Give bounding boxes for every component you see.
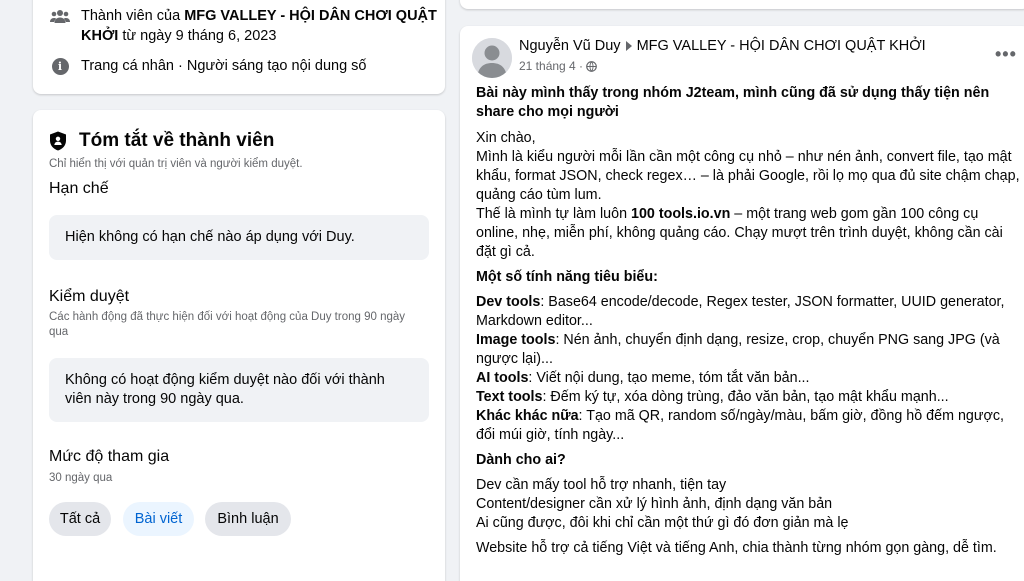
meta-separator: · bbox=[575, 59, 587, 73]
profile-text: Trang cá nhân · Người sáng tạo nội dung … bbox=[81, 56, 441, 76]
shield-icon bbox=[50, 131, 66, 151]
feature-item: Khác khác nữa: Tạo mã QR, random số/ngày… bbox=[476, 407, 1021, 445]
profile-link[interactable]: Trang cá nhân bbox=[81, 58, 174, 74]
author-avatar[interactable] bbox=[472, 38, 512, 78]
post-date[interactable]: 21 tháng 4 bbox=[519, 59, 576, 73]
post-card: Nguyễn Vũ Duy MFG VALLEY - HỘI DÂN CHƠI … bbox=[460, 26, 1024, 581]
profile-category: · Người sáng tạo nội dung số bbox=[173, 58, 367, 74]
tab-posts[interactable]: Bài viết bbox=[123, 502, 194, 536]
author-name[interactable]: Nguyễn Vũ Duy bbox=[519, 38, 621, 54]
more-options-icon[interactable]: ••• bbox=[995, 44, 1017, 65]
post-intro: Mình là kiểu người mỗi lần cần một công … bbox=[476, 149, 1020, 203]
default-avatar-icon bbox=[472, 38, 512, 78]
audience-item: Content/designer cần xử lý hình ảnh, địn… bbox=[476, 496, 833, 512]
previous-post-card bbox=[460, 0, 1024, 9]
feature-text: : Đếm ký tự, xóa dòng trùng, đảo văn bản… bbox=[542, 389, 949, 405]
post-body: Bài này mình thấy trong nhóm J2team, mìn… bbox=[476, 84, 1021, 558]
profile-row: i Trang cá nhân · Người sáng tạo nội dun… bbox=[49, 56, 441, 76]
feature-text: : Nén ảnh, chuyển định dạng, resize, cro… bbox=[476, 332, 1000, 367]
post-meta: 21 tháng 4 · bbox=[519, 59, 598, 73]
post-header: Nguyễn Vũ Duy MFG VALLEY - HỘI DÂN CHƠI … bbox=[519, 38, 926, 54]
post-closing: Website hỗ trợ cả tiếng Việt và tiếng An… bbox=[476, 540, 997, 556]
engagement-heading: Mức độ tham gia bbox=[49, 448, 170, 465]
feature-item: Image tools: Nén ảnh, chuyển định dạng, … bbox=[476, 331, 1021, 369]
tab-comments[interactable]: Bình luận bbox=[205, 502, 291, 536]
member-about-card: Thành viên của MFG VALLEY - HỘI DÂN CHƠI… bbox=[33, 0, 445, 94]
audience-item: Dev cần mấy tool hỗ trợ nhanh, tiện tay bbox=[476, 477, 727, 493]
features-heading: Một số tính năng tiêu biểu: bbox=[476, 269, 658, 285]
audience-item: Ai cũng được, đôi khi chỉ cần một thứ gì… bbox=[476, 515, 849, 531]
summary-subtitle: Chỉ hiển thị với quản trị viên và người … bbox=[49, 158, 303, 170]
post-intro-2: Thế là mình tự làm luôn 100 tools.io.vn … bbox=[476, 205, 1021, 262]
info-icon: i bbox=[49, 56, 71, 76]
group-members-icon bbox=[49, 6, 71, 26]
summary-title: Tóm tắt về thành viên bbox=[79, 130, 275, 151]
feature-text: : Base64 encode/decode, Regex tester, JS… bbox=[476, 294, 1005, 329]
moderation-heading: Kiểm duyệt bbox=[49, 288, 130, 305]
arrow-right-icon bbox=[625, 41, 632, 51]
feature-item: Text tools: Đếm ký tự, xóa dòng trùng, đ… bbox=[476, 388, 1021, 407]
post-greeting: Xin chào, bbox=[476, 130, 536, 146]
engagement-period: 30 ngày qua bbox=[49, 472, 113, 484]
membership-prefix: Thành viên của bbox=[81, 8, 185, 24]
restrictions-heading: Hạn chế bbox=[49, 180, 109, 197]
moderation-text: Không có hoạt động kiểm duyệt nào đối vớ… bbox=[65, 372, 385, 407]
feature-label: Khác khác nữa bbox=[476, 408, 579, 424]
feature-label: Dev tools bbox=[476, 294, 541, 310]
post-group-name[interactable]: MFG VALLEY - HỘI DÂN CHƠI QUẬT KHỞI bbox=[637, 38, 926, 54]
globe-icon bbox=[586, 60, 598, 72]
site-name-link[interactable]: 100 tools.io.vn bbox=[631, 206, 730, 222]
summary-header: Tóm tắt về thành viên bbox=[49, 130, 274, 152]
restrictions-box: Hiện không có hạn chế nào áp dụng với Du… bbox=[49, 215, 429, 260]
feature-text: : Viết nội dung, tạo meme, tóm tắt văn b… bbox=[528, 370, 810, 386]
membership-text: Thành viên của MFG VALLEY - HỘI DÂN CHƠI… bbox=[81, 6, 441, 46]
feature-item: Dev tools: Base64 encode/decode, Regex t… bbox=[476, 293, 1021, 331]
feature-item: AI tools: Viết nội dung, tạo meme, tóm t… bbox=[476, 369, 1021, 388]
moderation-box: Không có hoạt động kiểm duyệt nào đối vớ… bbox=[49, 358, 429, 422]
membership-date: từ ngày 9 tháng 6, 2023 bbox=[118, 28, 277, 44]
feature-label: AI tools bbox=[476, 370, 529, 386]
intro2-prefix: Thế là mình tự làm luôn bbox=[476, 206, 631, 222]
feature-label: Image tools bbox=[476, 332, 556, 348]
feature-label: Text tools bbox=[476, 389, 543, 405]
tab-all[interactable]: Tất cả bbox=[49, 502, 111, 536]
membership-row: Thành viên của MFG VALLEY - HỘI DÂN CHƠI… bbox=[49, 6, 441, 46]
restrictions-text: Hiện không có hạn chế nào áp dụng với Du… bbox=[65, 229, 355, 245]
post-headline: Bài này mình thấy trong nhóm J2team, mìn… bbox=[476, 85, 990, 120]
audience-heading: Dành cho ai? bbox=[476, 452, 566, 468]
moderation-description: Các hành động đã thực hiện đối với hoạt … bbox=[49, 311, 406, 338]
